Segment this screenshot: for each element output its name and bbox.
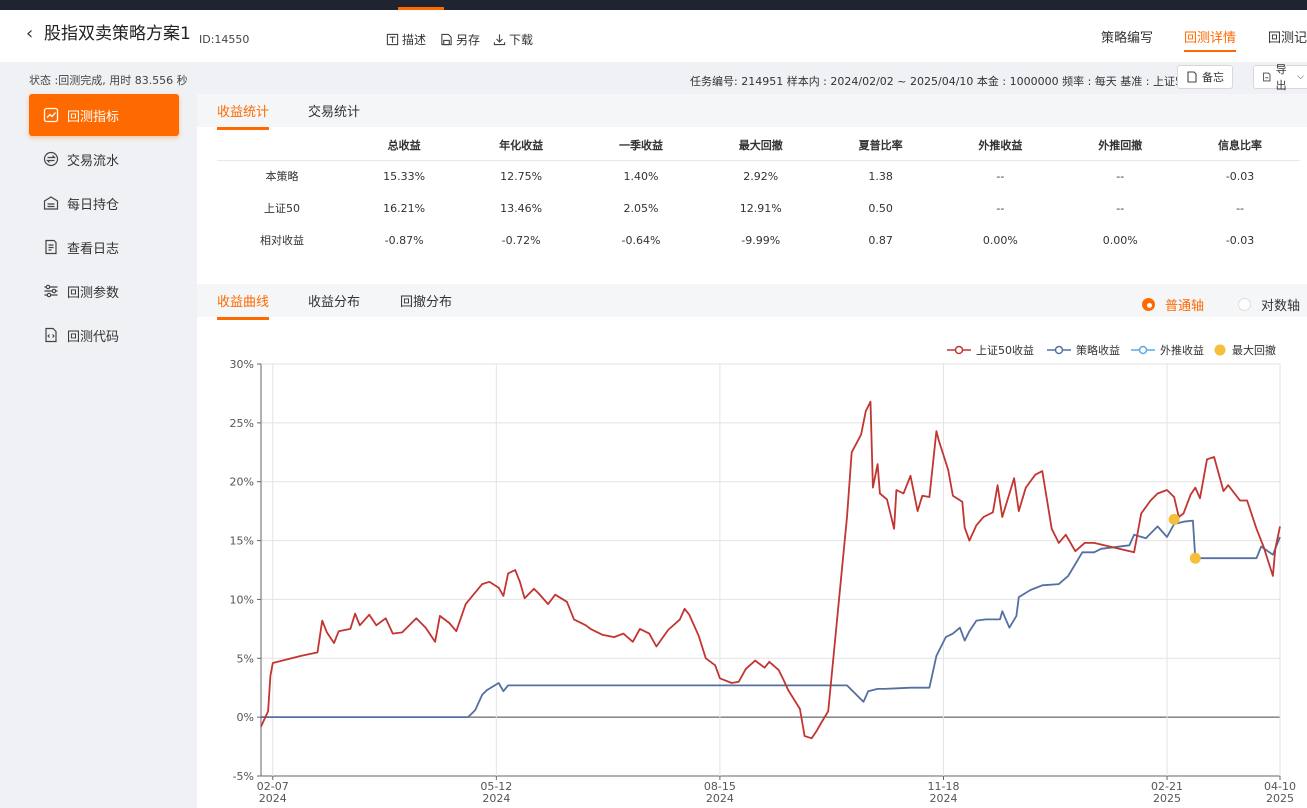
main-panel: 收益统计 交易统计 总收益 年化收益 一季收益 最大回撤 夏普比率 外推收益 外…	[197, 94, 1307, 808]
status-text: 状态 :回测完成, 用时 83.556 秒	[29, 74, 188, 87]
save-as-icon	[441, 33, 452, 46]
sidebar-item-logs[interactable]: 查看日志	[29, 226, 179, 268]
id-label: ID:14550	[199, 33, 250, 46]
download-icon	[493, 34, 506, 46]
export-label: 导出	[1275, 63, 1287, 92]
series-line-benchmark	[260, 400, 1281, 740]
sidebar-item-label: 查看日志	[67, 241, 120, 257]
x-tick-year-label: 2025	[1266, 792, 1294, 805]
sidebar-item-label: 回测参数	[67, 285, 120, 301]
describe-label: 描述	[402, 33, 427, 47]
app-window: ‹ 股指双卖策略方案1 ID:14550 描述 另存 下载 策略编写 回测详情 …	[0, 10, 1307, 808]
y-tick-label: 20%	[230, 476, 254, 489]
sidebar-item-trades[interactable]: 交易流水	[29, 138, 179, 180]
y-tick-label: 0%	[237, 711, 254, 724]
task-info: 任务编号: 214951 样本内 : 2024/02/02 ~ 2025/04/…	[690, 75, 1189, 88]
y-tick-label: 5%	[237, 652, 254, 665]
page-title: 股指双卖策略方案1	[44, 24, 191, 44]
x-tick-year-label: 2025	[1153, 792, 1181, 805]
export-button[interactable]: 导出 ⌵	[1253, 63, 1307, 92]
sidebar: 回测指标 交易流水 每日持仓 查看日志 回测参数 回测代码	[0, 94, 197, 808]
sidebar-item-label: 回测代码	[67, 329, 120, 345]
describe-icon	[386, 33, 399, 46]
back-button[interactable]: ‹	[26, 24, 33, 44]
x-tick-year-label: 2024	[706, 792, 734, 805]
return-curve-chart: -5%0%5%10%15%20%25%30%02-07202405-122024…	[230, 358, 1296, 805]
max-drawdown-point	[1168, 513, 1180, 525]
save-as-label: 另存	[456, 33, 481, 47]
sidebar-item-label: 每日持仓	[67, 197, 120, 213]
memo-label: 备忘	[1202, 71, 1224, 84]
y-tick-label: 30%	[230, 358, 254, 371]
sidebar-item-params[interactable]: 回测参数	[29, 270, 179, 312]
status-bar: 状态 :回测完成, 用时 83.556 秒 任务编号: 214951 样本内 :…	[0, 62, 1307, 94]
sliders-icon	[44, 284, 58, 298]
memo-button[interactable]: 备忘	[1177, 65, 1233, 89]
save-as-button[interactable]: 另存	[440, 31, 480, 48]
chart-trend-icon	[43, 107, 59, 123]
sidebar-item-metrics[interactable]: 回测指标	[29, 94, 179, 136]
y-tick-label: 25%	[230, 417, 254, 430]
y-tick-label: 15%	[230, 535, 254, 548]
max-drawdown-point	[1189, 552, 1201, 564]
sidebar-item-positions[interactable]: 每日持仓	[29, 182, 179, 224]
sidebar-item-label: 回测指标	[67, 109, 120, 125]
memo-icon	[1187, 71, 1197, 83]
describe-button[interactable]: 描述	[386, 31, 426, 48]
x-tick-year-label: 2024	[482, 792, 510, 805]
log-icon	[45, 239, 57, 255]
top-strip	[0, 0, 1307, 10]
exchange-icon	[43, 151, 59, 167]
header: ‹ 股指双卖策略方案1 ID:14550 描述 另存 下载 策略编写 回测详情 …	[0, 10, 1307, 62]
tab-strategy-write[interactable]: 策略编写	[1101, 27, 1153, 46]
tab-backtest-detail[interactable]: 回测详情	[1184, 27, 1237, 52]
y-tick-label: -5%	[233, 770, 254, 783]
download-button[interactable]: 下载	[493, 31, 533, 48]
warehouse-icon	[43, 196, 59, 210]
download-label: 下载	[509, 33, 534, 47]
chevron-down-icon: ⌵	[1297, 72, 1304, 82]
sidebar-item-code[interactable]: 回测代码	[29, 314, 179, 356]
x-tick-year-label: 2024	[259, 792, 287, 805]
x-tick-year-label: 2024	[929, 792, 957, 805]
y-tick-label: 10%	[230, 593, 254, 606]
export-icon	[1263, 72, 1271, 82]
sidebar-item-label: 交易流水	[67, 153, 120, 169]
tab-backtest-record[interactable]: 回测记	[1268, 27, 1307, 46]
code-file-icon	[45, 327, 57, 343]
